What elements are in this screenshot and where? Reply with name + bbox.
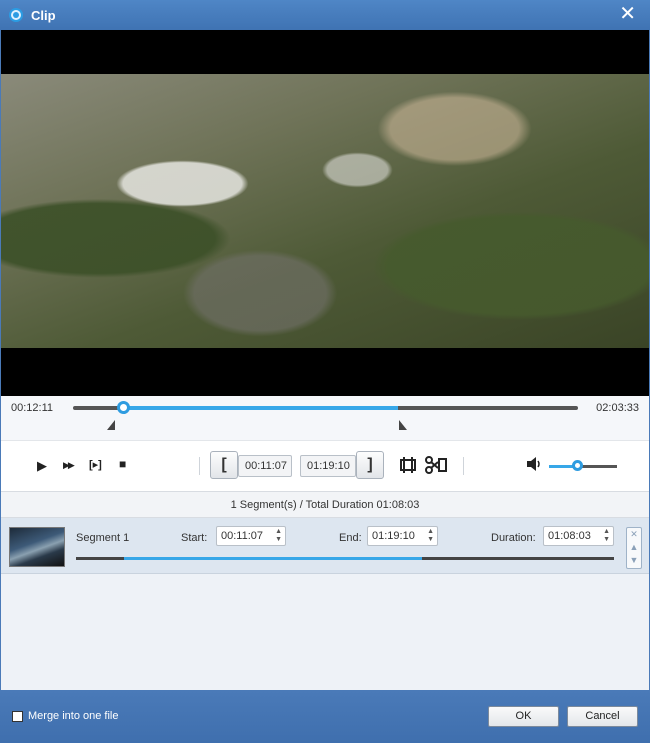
play-selection-icon[interactable]: [▸]	[89, 458, 102, 471]
video-frame	[1, 74, 649, 348]
split-scissors-icon[interactable]	[424, 455, 448, 478]
start-marker[interactable]	[107, 420, 115, 430]
merge-label: Merge into one file	[28, 710, 119, 722]
divider	[463, 457, 464, 475]
volume-slider[interactable]	[549, 465, 617, 468]
segment-row[interactable]: Segment 1 Start: 00:11:07 ▲ ▼ End: 01:19:…	[1, 518, 649, 574]
timeline-track[interactable]	[73, 401, 578, 414]
segment-start-stepper[interactable]: 00:11:07 ▲ ▼	[216, 526, 286, 546]
set-start-button[interactable]: [	[210, 451, 238, 479]
segment-thumbnail	[9, 527, 65, 567]
dialog-body: 00:12:11 02:03:33 ▶ ▶▶ [▸] ■ [ 00:11:07 …	[1, 30, 649, 690]
title-bar: Clip ✕	[0, 0, 650, 30]
segment-end-value: 01:19:10	[372, 530, 415, 542]
segment-progress-fill	[124, 557, 422, 560]
set-end-button[interactable]: ]	[356, 451, 384, 479]
current-time: 00:12:11	[11, 402, 54, 414]
move-down-icon[interactable]: ▼	[627, 554, 641, 567]
start-label: Start:	[181, 532, 208, 544]
volume-knob[interactable]	[572, 460, 583, 471]
volume-icon[interactable]	[525, 456, 543, 475]
segment-duration-stepper[interactable]: 01:08:03 ▲ ▼	[543, 526, 614, 546]
playback-controls: ▶ ▶▶ [▸] ■ [ 00:11:07 01:19:10 ]	[1, 440, 649, 492]
segment-progress	[76, 557, 614, 560]
duration-label: Duration:	[491, 532, 536, 544]
start-time-field[interactable]: 00:11:07	[238, 455, 292, 477]
move-up-icon[interactable]: ▲	[627, 541, 641, 554]
merge-checkbox[interactable]: Merge into one file	[12, 710, 119, 722]
end-time-field[interactable]: 01:19:10	[300, 455, 356, 477]
window-title: Clip	[31, 7, 56, 23]
stepper-arrows-icon[interactable]: ▲ ▼	[427, 528, 434, 544]
close-icon[interactable]: ✕	[619, 4, 636, 24]
segment-end-stepper[interactable]: 01:19:10 ▲ ▼	[367, 526, 438, 546]
timeline: 00:12:11 02:03:33	[1, 396, 649, 440]
dialog-footer: Merge into one file OK Cancel	[0, 690, 650, 743]
video-preview	[1, 30, 649, 396]
stepper-arrows-icon[interactable]: ▲ ▼	[603, 528, 610, 544]
segment-name: Segment 1	[76, 532, 130, 544]
end-marker[interactable]	[399, 420, 407, 430]
segment-start-value: 00:11:07	[221, 530, 264, 542]
cancel-button[interactable]: Cancel	[567, 706, 638, 727]
playhead-knob[interactable]	[117, 401, 130, 414]
divider	[199, 457, 200, 475]
segment-duration-value: 01:08:03	[548, 530, 591, 542]
segment-list: Segment 1 Start: 00:11:07 ▲ ▼ End: 01:19:…	[1, 518, 649, 690]
segment-actions: ✕ ▲ ▼	[626, 527, 642, 569]
end-label: End:	[339, 532, 362, 544]
stop-icon[interactable]: ■	[119, 457, 126, 471]
app-icon	[9, 8, 23, 22]
ok-button[interactable]: OK	[488, 706, 559, 727]
segments-summary: 1 Segment(s) / Total Duration 01:08:03	[1, 492, 649, 518]
crop-icon[interactable]	[398, 455, 418, 478]
checkbox-icon[interactable]	[12, 710, 23, 722]
total-time: 02:03:33	[596, 402, 639, 414]
timeline-selection	[123, 406, 398, 410]
play-icon[interactable]: ▶	[37, 458, 47, 474]
delete-segment-icon[interactable]: ✕	[627, 528, 641, 541]
stepper-arrows-icon[interactable]: ▲ ▼	[275, 528, 282, 544]
fast-forward-icon[interactable]: ▶▶	[63, 460, 75, 471]
